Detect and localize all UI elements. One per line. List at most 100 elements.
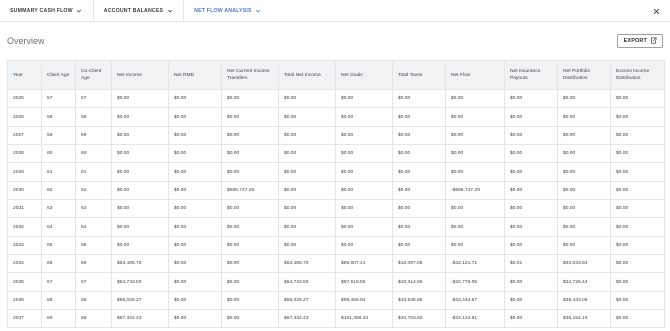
- table-cell: $0.00: [221, 254, 279, 274]
- table-row: 2031 63 63 $0.00 $0.00 $0.00 $0.00 $0.00 $0.00 $0…: [7, 199, 665, 219]
- table-cell: $0.00: [610, 199, 665, 219]
- table-cell: $0.00: [557, 125, 611, 146]
- table-cell: $0.00: [111, 144, 169, 164]
- table-cell: $0.00: [392, 88, 446, 109]
- tab-account-balances[interactable]: ACCOUNT BALANCES: [94, 0, 183, 22]
- table-cell: 62: [75, 180, 112, 201]
- table-cell: $0.00: [221, 199, 279, 219]
- column-header[interactable]: Net Current Income Transfers: [221, 60, 279, 90]
- table-cell: $0.00: [392, 144, 446, 164]
- table-cell: $63,485.70: [278, 254, 336, 274]
- table-cell: $36,154.10: [557, 309, 611, 329]
- table-cell: 66: [41, 254, 76, 274]
- column-header[interactable]: Net Portfolio Distribution: [557, 60, 611, 90]
- table-cell: 68: [41, 290, 76, 311]
- table-cell: $0.00: [221, 125, 279, 146]
- column-header[interactable]: Net Insurance Payouts: [504, 60, 558, 90]
- chevron-down-icon: [76, 7, 83, 14]
- table-cell: 60: [75, 144, 112, 164]
- column-header[interactable]: Net Goals: [335, 60, 393, 90]
- column-header[interactable]: Net Income: [111, 60, 169, 90]
- table-cell: $0.00: [610, 125, 665, 146]
- column-header[interactable]: Year: [7, 60, 42, 90]
- table-row: 2029 61 61 $0.00 $0.00 $0.00 $0.00 $0.00 $0.00 $0…: [7, 162, 665, 182]
- table-row: 2035 67 67 $64,743.50 $0.00 $0.00 $64,743.50 $9…: [7, 272, 665, 292]
- table-cell: $0.00: [610, 290, 665, 311]
- column-header[interactable]: Total Taxes: [392, 60, 446, 90]
- table-cell: $0.00: [557, 88, 611, 109]
- table-cell: $0.00: [557, 199, 611, 219]
- tab-label: NET FLOW ANALYSIS: [194, 7, 252, 14]
- table-cell: $0.00: [445, 235, 505, 256]
- table-cell: 2029: [7, 162, 42, 182]
- table-cell: $0.00: [168, 144, 222, 164]
- table-cell: $0.00: [278, 162, 336, 182]
- chevron-down-icon: [166, 7, 173, 14]
- table-cell: -$565,747.29: [445, 180, 505, 201]
- column-header[interactable]: Excess Income Distribution: [610, 60, 665, 90]
- column-header[interactable]: Net RMD: [168, 60, 222, 90]
- column-header[interactable]: Co-Client Age: [75, 60, 112, 90]
- table-cell: $0.00: [221, 235, 279, 256]
- table-cell: 66: [75, 254, 112, 274]
- table-cell: $0.00: [335, 162, 393, 182]
- table-cell: $0.00: [504, 290, 558, 311]
- export-button[interactable]: EXPORT: [616, 34, 663, 48]
- table-cell: $0.00: [278, 180, 336, 201]
- table-cell: 57: [41, 88, 76, 109]
- net-flow-table: Year Client Age Co-Client Age Net Income Net…: [7, 60, 665, 329]
- column-header[interactable]: Client Age: [41, 60, 76, 90]
- table-cell: 59: [75, 125, 112, 146]
- table-cell: $0.00: [278, 217, 336, 237]
- table-cell: $0.00: [504, 272, 558, 292]
- table-cell: $0.00: [335, 125, 393, 146]
- table-cell: $0.00: [504, 180, 558, 201]
- table-cell: $0.00: [168, 180, 222, 201]
- table-cell: 63: [75, 199, 112, 219]
- table-cell: $0.00: [392, 217, 446, 237]
- table-cell: $0.00: [221, 107, 279, 127]
- overview-header: Overview EXPORT: [0, 22, 670, 60]
- table-cell: $0.00: [557, 162, 611, 182]
- table-cell: $0.00: [392, 199, 446, 219]
- table-cell: 65: [41, 235, 76, 256]
- tab-label: ACCOUNT BALANCES: [103, 7, 164, 14]
- table-cell: $0.00: [168, 162, 222, 182]
- table-cell: 60: [41, 144, 76, 164]
- table-row: 2025 57 57 $0.00 $0.00 $0.00 $0.00 $0.00 $0.00 $0…: [7, 88, 665, 109]
- table-cell: 64: [41, 217, 76, 237]
- table-cell: 2028: [7, 144, 42, 164]
- table-cell: $0.00: [335, 107, 393, 127]
- close-icon: [653, 2, 660, 20]
- table-cell: $0.00: [610, 254, 665, 274]
- table-cell: $0.00: [221, 162, 279, 182]
- table-cell: 2032: [7, 217, 42, 237]
- table-cell: $0.00: [278, 125, 336, 146]
- column-header[interactable]: Net Flow: [445, 60, 505, 90]
- table-cell: $0.00: [168, 88, 222, 109]
- table-cell: $0.00: [278, 144, 336, 164]
- tab-net-flow-analysis[interactable]: NET FLOW ANALYSIS: [184, 0, 272, 22]
- table-cell: $0.00: [557, 144, 611, 164]
- chevron-down-icon: [255, 7, 262, 14]
- table-cell: $34,033.84: [557, 254, 611, 274]
- export-icon: [650, 37, 657, 46]
- table-cell: 2027: [7, 125, 42, 146]
- column-header[interactable]: Total Net Income: [278, 60, 336, 90]
- close-button[interactable]: [650, 5, 662, 17]
- table-cell: $0.00: [445, 162, 505, 182]
- table-cell: $0.00: [610, 309, 665, 329]
- table-cell: 67: [41, 272, 76, 292]
- table-cell: $0.00: [335, 235, 393, 256]
- table-cell: $0.00: [445, 107, 505, 127]
- table-row: 2027 59 59 $0.00 $0.00 $0.00 $0.00 $0.00 $0.00 $0…: [7, 125, 665, 146]
- tab-summary-cash-flow[interactable]: SUMMARY CASH FLOW: [0, 0, 93, 22]
- table-cell: $0.00: [504, 309, 558, 329]
- table-cell: $0.00: [610, 272, 665, 292]
- table-cell: 68: [75, 290, 112, 311]
- table-cell: $0.00: [445, 88, 505, 109]
- table-cell: $99,469.94: [335, 290, 393, 311]
- table-cell: $0.00: [504, 125, 558, 146]
- table-cell: $101,459.34: [335, 309, 393, 329]
- table-cell: $0.00: [168, 290, 222, 311]
